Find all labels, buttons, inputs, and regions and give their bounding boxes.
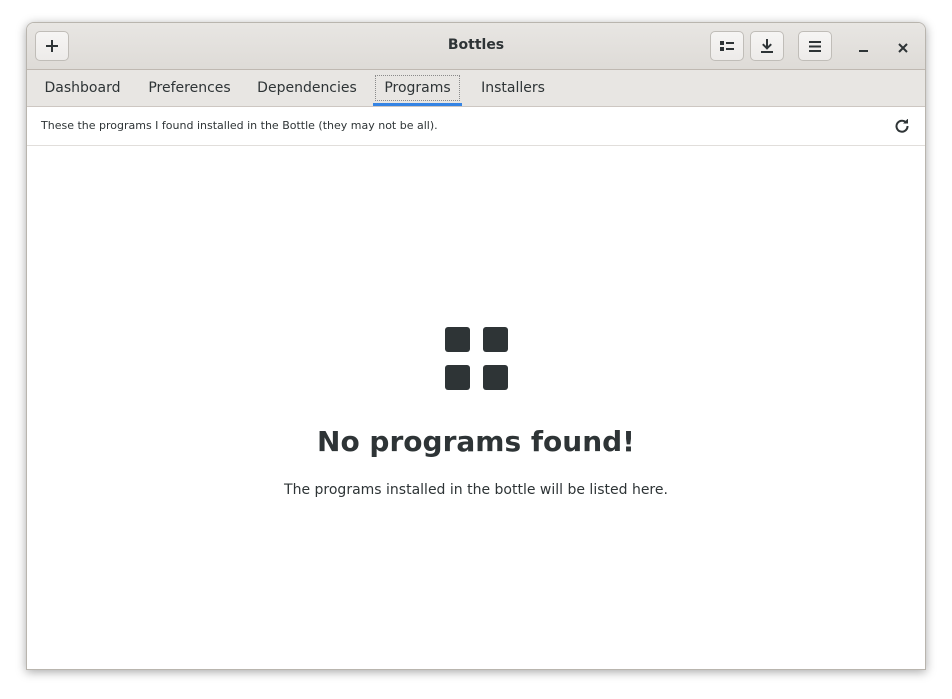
empty-state-title: No programs found! [317,425,635,458]
tab-installers[interactable]: Installers [473,70,553,106]
info-text: These the programs I found installed in … [41,119,438,132]
close-icon [898,38,908,57]
tab-label: Programs [384,80,451,96]
hamburger-menu-icon [809,40,821,52]
grid-apps-icon [445,327,509,391]
tab-bar: Dashboard Preferences Dependencies Progr… [27,70,925,107]
empty-state-description: The programs installed in the bottle wil… [284,482,668,498]
tab-label: Preferences [148,80,231,96]
download-button[interactable] [750,31,784,61]
tab-label: Dashboard [44,80,121,96]
empty-state: No programs found! The programs installe… [27,146,925,669]
refresh-icon [895,118,909,137]
download-icon [760,39,774,53]
minimize-icon [859,38,869,57]
bottles-window: Bottles Dashboard Preferences Dependenci… [26,22,926,670]
tab-label: Dependencies [257,80,357,96]
close-button[interactable] [892,36,914,58]
window-title: Bottles [447,37,505,53]
refresh-button[interactable] [893,118,911,136]
list-view-icon [720,40,734,52]
main-menu-button[interactable] [798,31,832,61]
programs-info-bar: These the programs I found installed in … [27,107,925,146]
tab-preferences[interactable]: Preferences [139,70,240,106]
tab-dashboard[interactable]: Dashboard [37,70,128,106]
headerbar: Bottles [27,23,925,70]
tab-label: Installers [481,80,545,96]
tab-programs[interactable]: Programs [373,70,462,106]
tab-dependencies[interactable]: Dependencies [251,70,363,106]
active-tab-indicator [373,103,462,106]
minimize-button[interactable] [853,36,875,58]
list-view-button[interactable] [710,31,744,61]
